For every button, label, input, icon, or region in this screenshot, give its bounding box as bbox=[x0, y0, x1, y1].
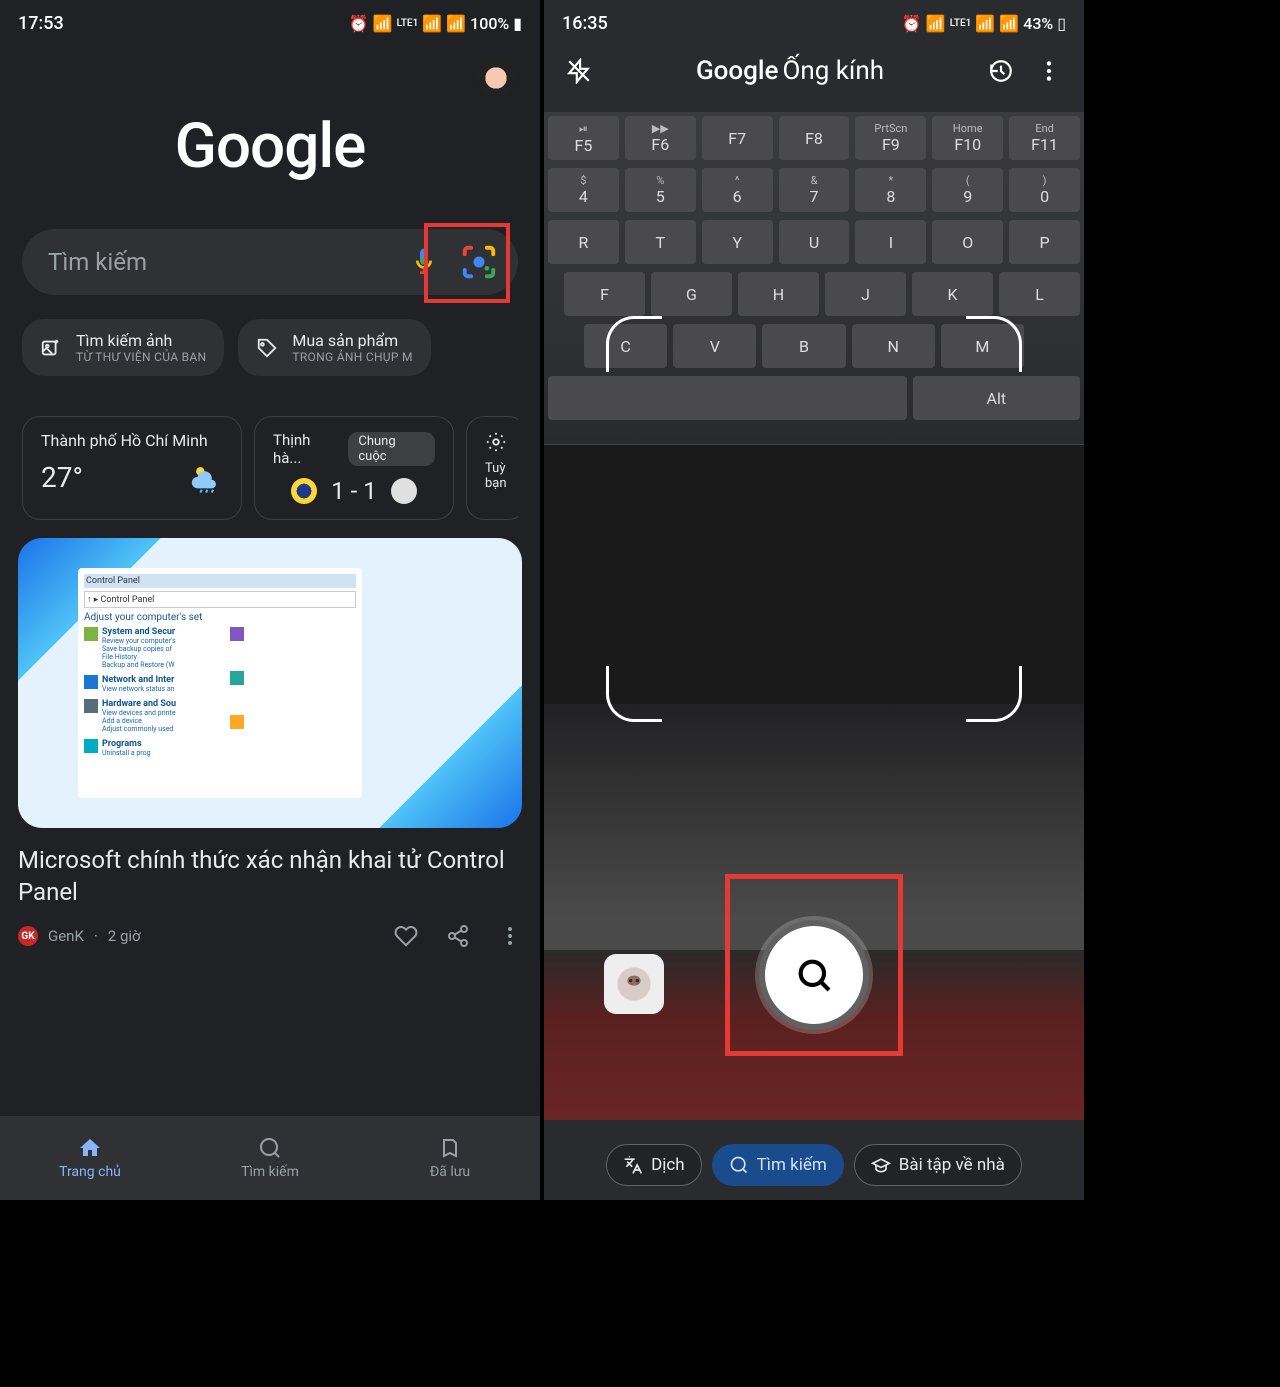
suggestion-chips: Tìm kiếm ảnh TỪ THƯ VIỆN CỦA BẠN Mua sản… bbox=[22, 319, 518, 376]
battery-icon: ▮ bbox=[513, 14, 522, 33]
chip-image-search[interactable]: Tìm kiếm ảnh TỪ THƯ VIỆN CỦA BẠN bbox=[22, 319, 224, 376]
nav-label: Đã lưu bbox=[430, 1164, 470, 1180]
news-time: 2 giờ bbox=[108, 927, 141, 945]
nav-label: Tìm kiếm bbox=[241, 1164, 299, 1180]
nav-home[interactable]: Trang chủ bbox=[0, 1116, 180, 1200]
lens-header: Google Ống kính bbox=[544, 40, 1084, 102]
keyboard-row4: Alt bbox=[544, 372, 1084, 424]
league-label: Thịnh hà... bbox=[273, 431, 340, 467]
viewfinder-corner-br bbox=[966, 666, 1022, 722]
team-1-logo bbox=[291, 478, 317, 504]
chip-shopping[interactable]: Mua sản phẩm TRONG ẢNH CHỤP M bbox=[238, 319, 430, 376]
keyboard-row1: R T Y U I O P bbox=[544, 216, 1084, 268]
team-2-logo bbox=[391, 478, 417, 504]
tag-icon bbox=[256, 337, 278, 359]
search-placeholder: Tìm kiếm bbox=[48, 248, 408, 276]
weather-temp: 27° bbox=[41, 461, 83, 494]
status-bar: 17:53 ⏰ 📶 LTE1 📶 📶 100% ▮ bbox=[0, 0, 540, 40]
mode-homework[interactable]: Bài tập về nhà bbox=[854, 1144, 1022, 1186]
more-icon[interactable] bbox=[1036, 58, 1062, 84]
mode-translate[interactable]: Dịch bbox=[606, 1144, 702, 1186]
score-card[interactable]: Thịnh hà... Chung cuộc 1 - 1 bbox=[254, 416, 454, 520]
shutter-button[interactable] bbox=[759, 920, 869, 1030]
alarm-icon: ⏰ bbox=[349, 14, 369, 33]
google-logo: Google bbox=[0, 110, 540, 183]
share-icon[interactable] bbox=[446, 924, 470, 948]
match-status: Chung cuộc bbox=[348, 432, 435, 466]
status-icons: ⏰ 📶 LTE1 📶 📶 100% ▮ bbox=[349, 14, 522, 33]
battery-percent: 43% bbox=[1023, 14, 1053, 33]
status-icons: ⏰ 📶 LTE1 📶 📶 43% ▯ bbox=[902, 14, 1066, 33]
wifi-icon: 📶 bbox=[926, 14, 946, 33]
gallery-thumbnail[interactable] bbox=[604, 954, 664, 1014]
alarm-icon: ⏰ bbox=[902, 14, 922, 33]
network-label: LTE1 bbox=[950, 18, 972, 29]
mode-search[interactable]: Tìm kiếm bbox=[712, 1144, 844, 1186]
mode-label: Dịch bbox=[651, 1155, 685, 1175]
chip-title: Tìm kiếm ảnh bbox=[76, 331, 206, 350]
viewfinder-corner-tl bbox=[606, 316, 662, 372]
chip-sub: TRONG ẢNH CHỤP M bbox=[292, 350, 412, 364]
like-icon[interactable] bbox=[394, 924, 418, 948]
weather-city: Thành phố Hồ Chí Minh bbox=[41, 431, 223, 450]
keyboard-row2: F G H J K L bbox=[544, 268, 1084, 320]
battery-percent: 100% bbox=[470, 14, 509, 33]
camera-viewfinder: ⏯F5 ▶▶F6 F7 F8 PrtScnF9 HomeF10 EndF11 $… bbox=[544, 112, 1084, 1120]
signal-icon: 📶 bbox=[422, 14, 442, 33]
signal-icon-2: 📶 bbox=[999, 14, 1019, 33]
google-lens-screen: 16:35 ⏰ 📶 LTE1 📶 📶 43% ▯ Google Ống kính bbox=[544, 0, 1084, 1200]
image-search-icon bbox=[40, 337, 62, 359]
weather-icon bbox=[189, 460, 223, 494]
profile-avatar[interactable] bbox=[474, 56, 518, 100]
mode-label: Bài tập về nhà bbox=[899, 1155, 1005, 1175]
cp-titlebar: Control Panel bbox=[84, 574, 356, 588]
flash-off-icon[interactable] bbox=[566, 58, 592, 84]
weather-card[interactable]: Thành phố Hồ Chí Minh 27° bbox=[22, 416, 242, 520]
search-bar[interactable]: Tìm kiếm bbox=[22, 229, 518, 295]
gear-icon bbox=[485, 431, 507, 453]
news-card[interactable]: Control Panel ↑ ▸ Control Panel Adjust y… bbox=[18, 538, 522, 948]
news-meta: GK GenK · 2 giờ bbox=[18, 924, 522, 948]
lens-icon[interactable] bbox=[460, 243, 498, 281]
status-time: 16:35 bbox=[562, 13, 608, 34]
news-thumbnail: Control Panel ↑ ▸ Control Panel Adjust y… bbox=[18, 538, 522, 828]
viewfinder-corner-tr bbox=[966, 316, 1022, 372]
more-icon[interactable] bbox=[498, 924, 522, 948]
nav-saved[interactable]: Đã lưu bbox=[360, 1116, 540, 1200]
nav-search[interactable]: Tìm kiếm bbox=[180, 1116, 360, 1200]
status-time: 17:53 bbox=[18, 13, 64, 34]
chip-title: Mua sản phẩm bbox=[292, 331, 412, 350]
news-headline: Microsoft chính thức xác nhận khai tử Co… bbox=[18, 844, 522, 908]
mic-icon[interactable] bbox=[408, 246, 440, 278]
trackpad bbox=[544, 444, 1084, 704]
chip-sub: TỪ THƯ VIỆN CỦA BẠN bbox=[76, 350, 206, 364]
mode-label: Tìm kiếm bbox=[757, 1155, 827, 1175]
google-app-screen: 17:53 ⏰ 📶 LTE1 📶 📶 100% ▮ Google Tìm kiế… bbox=[0, 0, 540, 1200]
match-score: 1 - 1 bbox=[331, 477, 377, 505]
news-source: GenK bbox=[48, 927, 84, 945]
signal-icon: 📶 bbox=[975, 14, 995, 33]
source-logo: GK bbox=[18, 926, 38, 946]
network-label: LTE1 bbox=[397, 18, 419, 29]
lens-title: Google Ống kính bbox=[696, 56, 884, 86]
keyboard-fn-row: ⏯F5 ▶▶F6 F7 F8 PrtScnF9 HomeF10 EndF11 bbox=[544, 112, 1084, 164]
status-bar: 16:35 ⏰ 📶 LTE1 📶 📶 43% ▯ bbox=[544, 0, 1084, 40]
history-icon[interactable] bbox=[988, 58, 1014, 84]
battery-icon: ▯ bbox=[1057, 14, 1066, 33]
nav-label: Trang chủ bbox=[59, 1164, 121, 1180]
keyboard-num-row: $4 %5 ^6 &7 *8 (9 )0 bbox=[544, 164, 1084, 216]
info-cards: Thành phố Hồ Chí Minh 27° Thịnh hà... Ch… bbox=[22, 416, 518, 520]
settings-label: Tuỳ bạn bbox=[485, 461, 507, 491]
bottom-nav: Trang chủ Tìm kiếm Đã lưu bbox=[0, 1116, 540, 1200]
viewfinder-corner-bl bbox=[606, 666, 662, 722]
settings-card[interactable]: Tuỳ bạn bbox=[466, 416, 518, 520]
wifi-icon: 📶 bbox=[373, 14, 393, 33]
signal-icon-2: 📶 bbox=[446, 14, 466, 33]
lens-modes: Dịch Tìm kiếm Bài tập về nhà bbox=[544, 1144, 1084, 1186]
